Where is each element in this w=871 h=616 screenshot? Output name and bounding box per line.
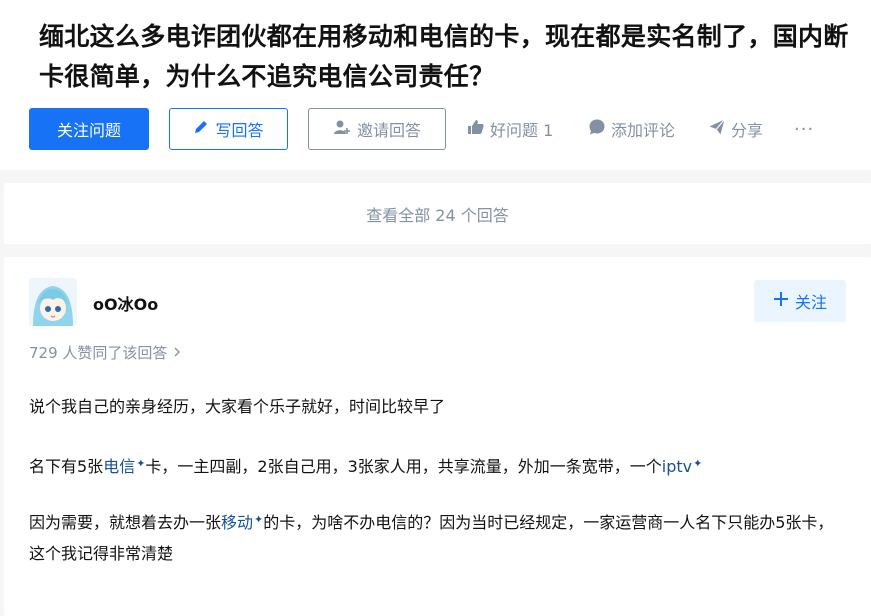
sparkle-icon: ✦ [693, 457, 703, 470]
answer-paragraph: 说个我自己的亲身经历，大家看个乐子就好，时间比较早了 [29, 397, 446, 416]
write-answer-label: 写回答 [215, 121, 264, 140]
comment-icon [588, 118, 606, 140]
add-comment-label: 添加评论 [611, 121, 676, 140]
keyword-link[interactable]: 电信✦ [103, 457, 145, 476]
good-question-label: 好问题 1 [490, 121, 554, 140]
thumbs-up-icon [467, 118, 485, 140]
keyword-text: 移动 [221, 513, 254, 532]
view-all-answers-link[interactable]: 查看全部 24 个回答 [366, 202, 509, 226]
keyword-text: iptv [661, 457, 693, 476]
vote-count-text: 729 人赞同了该回答 [29, 344, 168, 362]
more-options-button[interactable]: ··· [794, 108, 814, 150]
keyword-text: 电信 [103, 457, 136, 476]
write-answer-button[interactable]: 写回答 [169, 108, 288, 150]
paragraph-text: 卡，一主四副，2张自己用，3张家人用，共享流量，外加一条宽带，一个 [145, 457, 662, 476]
answer-paragraph: 名下有5张电信✦卡，一主四副，2张自己用，3张家人用，共享流量，外加一条宽带，一… [29, 448, 849, 482]
plus-icon [773, 291, 789, 311]
vote-count-link[interactable]: 729 人赞同了该回答 [29, 342, 182, 363]
invite-answer-button[interactable]: 邀请回答 [308, 108, 446, 150]
answer-paragraph: 因为需要，就想着去办一张移动✦的卡，为啥不办电信的？因为当时已经规定，一家运营商… [29, 504, 849, 569]
avatar[interactable] [29, 278, 77, 326]
question-title: 缅北这么多电诈团伙都在用移动和电信的卡，现在都是实名制了，国内断卡很简单，为什么… [39, 22, 849, 91]
good-question-button[interactable]: 好问题 1 [467, 108, 553, 150]
share-icon [708, 118, 726, 140]
more-icon: ··· [794, 118, 815, 140]
paragraph-text: 因为需要，就想着去办一张 [29, 513, 222, 532]
paragraph-text: 名下有5张 [29, 457, 104, 476]
follow-question-label: 关注问题 [56, 121, 121, 140]
invite-answer-label: 邀请回答 [356, 121, 421, 140]
share-label: 分享 [731, 121, 764, 140]
author-name[interactable]: oO冰Oo [93, 291, 158, 315]
add-user-icon [333, 119, 351, 139]
sparkle-icon: ✦ [254, 513, 264, 526]
follow-author-label: 关注 [794, 293, 827, 312]
answer-card: oO冰Oo 关注 729 人赞同了该回答 说个我自己的亲身经历，大家看个乐子就好… [4, 257, 871, 616]
share-button[interactable]: 分享 [708, 108, 763, 150]
pencil-icon [193, 119, 209, 139]
question-header: 缅北这么多电诈团伙都在用移动和电信的卡，现在都是实名制了，国内断卡很简单，为什么… [0, 0, 871, 170]
chevron-right-icon [172, 344, 182, 362]
follow-question-button[interactable]: 关注问题 [29, 108, 149, 150]
keyword-link[interactable]: 移动✦ [221, 513, 263, 532]
view-all-answers-bar[interactable]: 查看全部 24 个回答 [4, 183, 871, 244]
keyword-link[interactable]: iptv✦ [662, 457, 703, 476]
add-comment-button[interactable]: 添加评论 [588, 108, 675, 150]
follow-author-button[interactable]: 关注 [754, 280, 846, 322]
